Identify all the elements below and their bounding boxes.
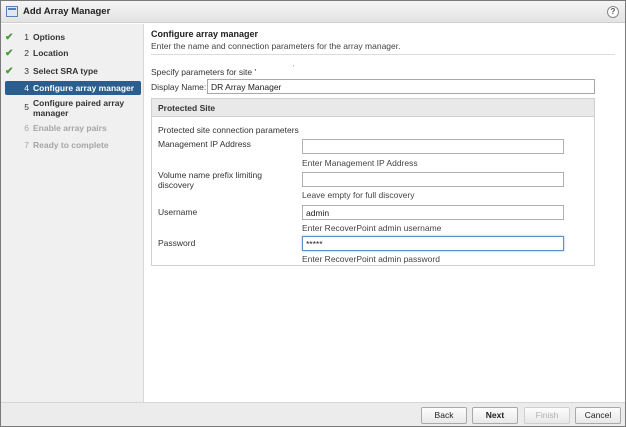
step-configure-array-manager[interactable]: 4 Configure array manager bbox=[5, 81, 141, 95]
step-label: Options bbox=[33, 32, 66, 42]
protected-site-header: Protected Site bbox=[152, 99, 594, 117]
cancel-button[interactable]: Cancel bbox=[575, 407, 621, 424]
step-ready-to-complete: 7 Ready to complete bbox=[5, 138, 141, 152]
check-icon: ✔ bbox=[5, 47, 14, 59]
step-label: Location bbox=[33, 48, 69, 58]
password-label: Password bbox=[158, 238, 196, 248]
step-select-sra-type[interactable]: ✔ 3 Select SRA type bbox=[5, 64, 141, 78]
volume-prefix-hint: Leave empty for full discovery bbox=[302, 190, 415, 200]
step-label: Ready to complete bbox=[33, 140, 109, 150]
volume-prefix-label: Volume name prefix limiting bbox=[158, 170, 262, 180]
step-number: 1 bbox=[24, 32, 29, 42]
window-icon bbox=[6, 6, 18, 17]
management-ip-hint: Enter Management IP Address bbox=[302, 158, 418, 168]
password-hint: Enter RecoverPoint admin password bbox=[302, 254, 440, 264]
specify-parameters-label: Specify parameters for site ' bbox=[151, 67, 257, 77]
step-label: Configure paired array bbox=[33, 98, 125, 108]
main-content: Configure array manager Enter the name a… bbox=[145, 24, 625, 402]
username-label: Username bbox=[158, 207, 198, 217]
volume-prefix-label-cont: discovery bbox=[158, 180, 194, 190]
help-icon[interactable]: ? bbox=[607, 6, 619, 18]
step-options[interactable]: ✔ 1 Options bbox=[5, 30, 141, 44]
display-name-input[interactable] bbox=[207, 79, 595, 94]
username-input[interactable] bbox=[302, 205, 564, 220]
next-button[interactable]: Next bbox=[472, 407, 518, 424]
button-bar: Back Next Finish Cancel bbox=[1, 402, 625, 426]
step-number: 3 bbox=[24, 66, 29, 76]
step-number: 5 bbox=[24, 102, 29, 112]
check-icon: ✔ bbox=[5, 31, 14, 43]
step-label: Select SRA type bbox=[33, 66, 98, 76]
step-label: Configure array manager bbox=[33, 83, 135, 93]
step-configure-paired-array-manager[interactable]: 5 Configure paired array manager bbox=[5, 98, 141, 120]
step-number: 6 bbox=[24, 123, 29, 133]
title-bar: Add Array Manager ? bbox=[1, 1, 625, 23]
specify-parameters-tail: ' bbox=[293, 65, 295, 72]
step-number: 2 bbox=[24, 48, 29, 58]
volume-prefix-input[interactable] bbox=[302, 172, 564, 187]
connection-parameters-label: Protected site connection parameters bbox=[158, 125, 299, 135]
step-number: 7 bbox=[24, 140, 29, 150]
step-enable-array-pairs: 6 Enable array pairs bbox=[5, 121, 141, 135]
password-input[interactable] bbox=[302, 236, 564, 251]
display-name-label: Display Name: bbox=[151, 82, 207, 92]
page-subtitle: Enter the name and connection parameters… bbox=[151, 41, 401, 51]
management-ip-input[interactable] bbox=[302, 139, 564, 154]
protected-site-panel: Protected Site Protected site connection… bbox=[151, 98, 595, 266]
username-hint: Enter RecoverPoint admin username bbox=[302, 223, 442, 233]
step-location[interactable]: ✔ 2 Location bbox=[5, 46, 141, 60]
management-ip-label: Management IP Address bbox=[158, 139, 251, 149]
step-number: 4 bbox=[24, 83, 29, 93]
page-title: Configure array manager bbox=[151, 29, 259, 39]
dialog-title: Add Array Manager bbox=[23, 6, 111, 17]
step-label-cont: manager bbox=[33, 108, 69, 118]
wizard-steps-sidebar: ✔ 1 Options ✔ 2 Location ✔ 3 Select SRA … bbox=[1, 24, 144, 402]
add-array-manager-dialog: Add Array Manager ? ✔ 1 Options ✔ 2 Loca… bbox=[0, 0, 626, 427]
check-icon: ✔ bbox=[5, 65, 14, 77]
step-label: Enable array pairs bbox=[33, 123, 107, 133]
finish-button[interactable]: Finish bbox=[524, 407, 570, 424]
divider bbox=[151, 54, 615, 55]
back-button[interactable]: Back bbox=[421, 407, 467, 424]
